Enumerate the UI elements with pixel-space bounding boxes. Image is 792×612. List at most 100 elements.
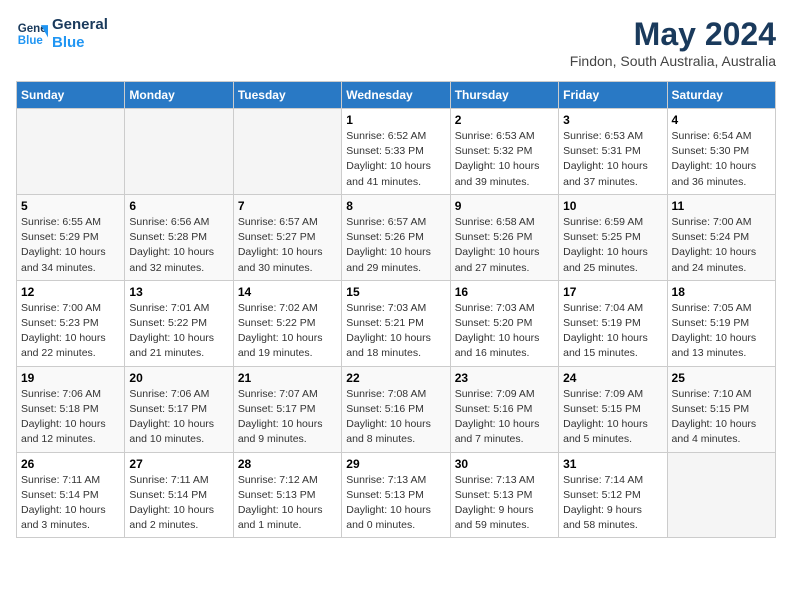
day-number: 20 — [129, 371, 228, 385]
day-info: Sunrise: 7:01 AM Sunset: 5:22 PM Dayligh… — [129, 301, 228, 362]
day-info: Sunrise: 7:09 AM Sunset: 5:15 PM Dayligh… — [563, 387, 662, 448]
calendar-header-cell: Wednesday — [342, 82, 450, 109]
calendar-cell: 5Sunrise: 6:55 AM Sunset: 5:29 PM Daylig… — [17, 194, 125, 280]
calendar-header-cell: Saturday — [667, 82, 775, 109]
calendar-cell — [667, 452, 775, 538]
day-number: 17 — [563, 285, 662, 299]
day-info: Sunrise: 7:07 AM Sunset: 5:17 PM Dayligh… — [238, 387, 337, 448]
day-info: Sunrise: 6:57 AM Sunset: 5:27 PM Dayligh… — [238, 215, 337, 276]
day-number: 29 — [346, 457, 445, 471]
calendar-cell: 22 Sunrise: 7:08 AM Sunset: 5:16 PM Dayli… — [342, 366, 450, 452]
day-info: Sunrise: 6:59 AM Sunset: 5:25 PM Dayligh… — [563, 215, 662, 276]
day-number: 26 — [21, 457, 120, 471]
calendar-cell: 25 Sunrise: 7:10 AM Sunset: 5:15 PM Dayli… — [667, 366, 775, 452]
calendar-header-cell: Tuesday — [233, 82, 341, 109]
day-number: 24 — [563, 371, 662, 385]
calendar-week-row: 5Sunrise: 6:55 AM Sunset: 5:29 PM Daylig… — [17, 194, 776, 280]
day-number: 19 — [21, 371, 120, 385]
day-number: 14 — [238, 285, 337, 299]
calendar-table: SundayMondayTuesdayWednesdayThursdayFrid… — [16, 81, 776, 538]
day-info: Sunrise: 7:11 AM Sunset: 5:14 PM Dayligh… — [129, 473, 228, 534]
calendar-cell: 15 Sunrise: 7:03 AM Sunset: 5:21 PM Dayli… — [342, 280, 450, 366]
logo-icon: General Blue — [16, 18, 48, 50]
day-number: 2 — [455, 113, 554, 127]
calendar-cell: 17 Sunrise: 7:04 AM Sunset: 5:19 PM Dayli… — [559, 280, 667, 366]
calendar-cell: 2 Sunrise: 6:53 AM Sunset: 5:32 PM Daylig… — [450, 109, 558, 195]
day-info: Sunrise: 7:03 AM Sunset: 5:20 PM Dayligh… — [455, 301, 554, 362]
day-info: Sunrise: 7:12 AM Sunset: 5:13 PM Dayligh… — [238, 473, 337, 534]
calendar-cell: 18 Sunrise: 7:05 AM Sunset: 5:19 PM Dayli… — [667, 280, 775, 366]
day-info: Sunrise: 6:57 AM Sunset: 5:26 PM Dayligh… — [346, 215, 445, 276]
day-number: 7 — [238, 199, 337, 213]
day-info: Sunrise: 7:03 AM Sunset: 5:21 PM Dayligh… — [346, 301, 445, 362]
day-info: Sunrise: 7:13 AM Sunset: 5:13 PM Dayligh… — [455, 473, 554, 534]
calendar-cell: 7 Sunrise: 6:57 AM Sunset: 5:27 PM Daylig… — [233, 194, 341, 280]
day-info: Sunrise: 7:09 AM Sunset: 5:16 PM Dayligh… — [455, 387, 554, 448]
day-number: 1 — [346, 113, 445, 127]
calendar-cell: 21 Sunrise: 7:07 AM Sunset: 5:17 PM Dayli… — [233, 366, 341, 452]
calendar-cell: 16Sunrise: 7:03 AM Sunset: 5:20 PM Dayli… — [450, 280, 558, 366]
calendar-cell: 14Sunrise: 7:02 AM Sunset: 5:22 PM Dayli… — [233, 280, 341, 366]
logo: General Blue General Blue — [16, 16, 108, 52]
day-info: Sunrise: 7:10 AM Sunset: 5:15 PM Dayligh… — [672, 387, 771, 448]
day-number: 22 — [346, 371, 445, 385]
calendar-cell: 1 Sunrise: 6:52 AM Sunset: 5:33 PM Daylig… — [342, 109, 450, 195]
day-number: 13 — [129, 285, 228, 299]
logo-line2: Blue — [52, 34, 108, 52]
calendar-cell — [125, 109, 233, 195]
calendar-cell — [17, 109, 125, 195]
day-number: 23 — [455, 371, 554, 385]
calendar-header: SundayMondayTuesdayWednesdayThursdayFrid… — [17, 82, 776, 109]
calendar-week-row: 1 Sunrise: 6:52 AM Sunset: 5:33 PM Daylig… — [17, 109, 776, 195]
day-info: Sunrise: 7:06 AM Sunset: 5:17 PM Dayligh… — [129, 387, 228, 448]
day-number: 10 — [563, 199, 662, 213]
calendar-header-cell: Thursday — [450, 82, 558, 109]
day-info: Sunrise: 7:13 AM Sunset: 5:13 PM Dayligh… — [346, 473, 445, 534]
day-info: Sunrise: 7:00 AM Sunset: 5:24 PM Dayligh… — [672, 215, 771, 276]
title-block: May 2024 Findon, South Australia, Austra… — [570, 16, 776, 69]
day-info: Sunrise: 6:53 AM Sunset: 5:32 PM Dayligh… — [455, 129, 554, 190]
calendar-cell: 29 Sunrise: 7:13 AM Sunset: 5:13 PM Dayli… — [342, 452, 450, 538]
calendar-cell: 4Sunrise: 6:54 AM Sunset: 5:30 PM Daylig… — [667, 109, 775, 195]
day-info: Sunrise: 6:56 AM Sunset: 5:28 PM Dayligh… — [129, 215, 228, 276]
calendar-header-cell: Friday — [559, 82, 667, 109]
day-number: 21 — [238, 371, 337, 385]
day-number: 11 — [672, 199, 771, 213]
subtitle: Findon, South Australia, Australia — [570, 53, 776, 69]
day-info: Sunrise: 7:04 AM Sunset: 5:19 PM Dayligh… — [563, 301, 662, 362]
day-info: Sunrise: 6:55 AM Sunset: 5:29 PM Dayligh… — [21, 215, 120, 276]
calendar-cell: 20 Sunrise: 7:06 AM Sunset: 5:17 PM Dayli… — [125, 366, 233, 452]
day-number: 25 — [672, 371, 771, 385]
calendar-cell: 23 Sunrise: 7:09 AM Sunset: 5:16 PM Dayli… — [450, 366, 558, 452]
day-number: 31 — [563, 457, 662, 471]
calendar-cell: 9Sunrise: 6:58 AM Sunset: 5:26 PM Daylig… — [450, 194, 558, 280]
calendar-cell: 10 Sunrise: 6:59 AM Sunset: 5:25 PM Dayli… — [559, 194, 667, 280]
calendar-cell: 6Sunrise: 6:56 AM Sunset: 5:28 PM Daylig… — [125, 194, 233, 280]
day-number: 18 — [672, 285, 771, 299]
calendar-week-row: 26 Sunrise: 7:11 AM Sunset: 5:14 PM Dayli… — [17, 452, 776, 538]
day-number: 15 — [346, 285, 445, 299]
day-info: Sunrise: 7:05 AM Sunset: 5:19 PM Dayligh… — [672, 301, 771, 362]
calendar-header-cell: Monday — [125, 82, 233, 109]
day-number: 3 — [563, 113, 662, 127]
calendar-cell: 26 Sunrise: 7:11 AM Sunset: 5:14 PM Dayli… — [17, 452, 125, 538]
calendar-cell: 24 Sunrise: 7:09 AM Sunset: 5:15 PM Dayli… — [559, 366, 667, 452]
day-info: Sunrise: 7:08 AM Sunset: 5:16 PM Dayligh… — [346, 387, 445, 448]
calendar-cell: 3Sunrise: 6:53 AM Sunset: 5:31 PM Daylig… — [559, 109, 667, 195]
day-number: 12 — [21, 285, 120, 299]
day-info: Sunrise: 6:52 AM Sunset: 5:33 PM Dayligh… — [346, 129, 445, 190]
day-number: 30 — [455, 457, 554, 471]
day-info: Sunrise: 7:11 AM Sunset: 5:14 PM Dayligh… — [21, 473, 120, 534]
day-info: Sunrise: 7:00 AM Sunset: 5:23 PM Dayligh… — [21, 301, 120, 362]
logo-line1: General — [52, 16, 108, 34]
calendar-cell — [233, 109, 341, 195]
calendar-cell: 30 Sunrise: 7:13 AM Sunset: 5:13 PM Dayli… — [450, 452, 558, 538]
day-info: Sunrise: 6:58 AM Sunset: 5:26 PM Dayligh… — [455, 215, 554, 276]
day-number: 27 — [129, 457, 228, 471]
calendar-cell: 8 Sunrise: 6:57 AM Sunset: 5:26 PM Daylig… — [342, 194, 450, 280]
calendar-cell: 27 Sunrise: 7:11 AM Sunset: 5:14 PM Dayli… — [125, 452, 233, 538]
calendar-cell: 28Sunrise: 7:12 AM Sunset: 5:13 PM Dayli… — [233, 452, 341, 538]
svg-text:Blue: Blue — [18, 35, 44, 47]
day-number: 8 — [346, 199, 445, 213]
calendar-cell: 13 Sunrise: 7:01 AM Sunset: 5:22 PM Dayli… — [125, 280, 233, 366]
